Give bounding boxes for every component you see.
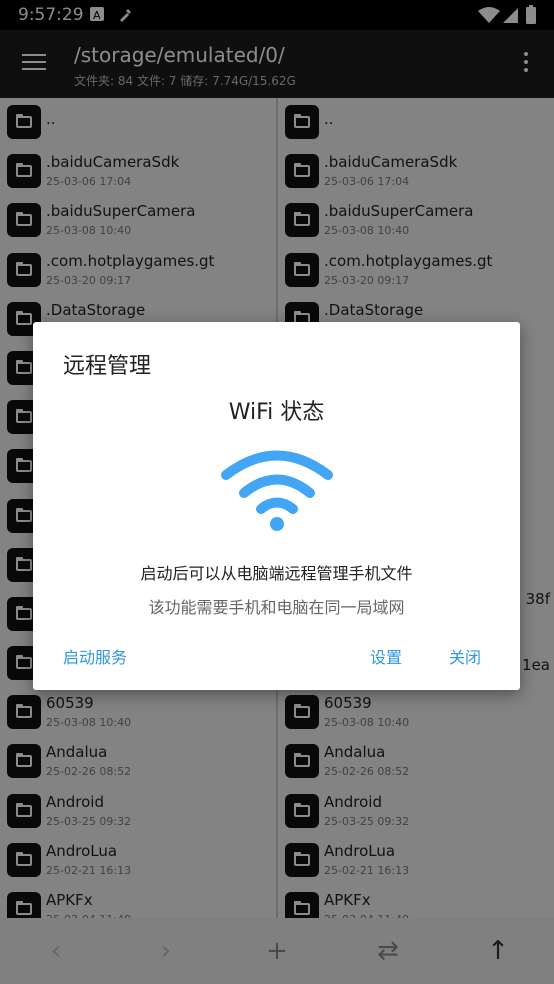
start-service-button[interactable]: 启动服务 (63, 644, 127, 668)
dialog-title: 远程管理 (63, 354, 152, 379)
dialog-message: 启动后可以从电脑端远程管理手机文件 (140, 564, 413, 583)
wifi-icon (221, 450, 333, 531)
wifi-status-heading: WiFi 状态 (228, 400, 325, 425)
dialog-note: 该功能需要手机和电脑在同一局域网 (148, 598, 405, 617)
remote-management-dialog: 远程管理 WiFi 状态 启动后可以从电脑端远程管理手机文件 该功能需要手机和电… (33, 322, 520, 690)
settings-button[interactable]: 设置 (370, 644, 402, 668)
close-button[interactable]: 关闭 (449, 644, 481, 668)
